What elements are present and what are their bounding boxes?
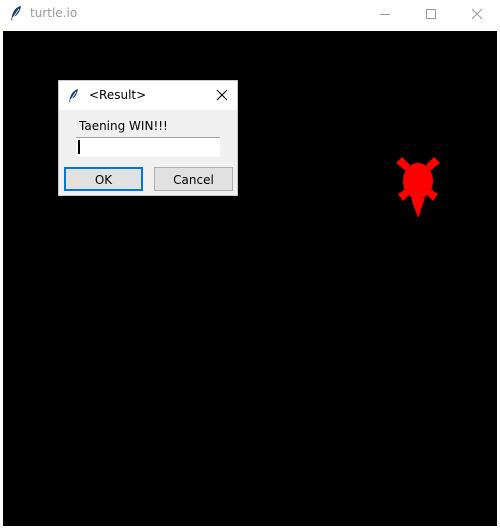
dialog-titlebar[interactable]: <Result>	[59, 81, 237, 110]
maximize-button[interactable]	[408, 0, 454, 28]
maximize-icon	[426, 9, 436, 19]
window-titlebar[interactable]: turtle.io	[0, 0, 500, 28]
ok-button[interactable]: OK	[64, 167, 143, 191]
close-icon[interactable]	[215, 88, 229, 102]
cancel-button[interactable]: Cancel	[154, 167, 233, 191]
turtle-icon	[396, 157, 440, 218]
feather-icon	[69, 89, 78, 102]
close-button[interactable]	[454, 0, 500, 28]
result-input-field[interactable]	[76, 137, 220, 157]
dialog-title: <Result>	[89, 88, 147, 102]
minimize-button[interactable]	[362, 0, 408, 28]
close-icon	[471, 8, 483, 20]
feather-icon	[11, 6, 21, 20]
result-dialog: <Result> Taening WIN!!! OK Cancel	[58, 80, 238, 196]
main-window: turtle.io <Result> Taening WIN!!! OK Can…	[0, 0, 500, 528]
dialog-message: Taening WIN!!!	[79, 119, 168, 133]
minimize-icon	[380, 14, 390, 15]
window-title: turtle.io	[30, 6, 78, 20]
text-caret	[78, 140, 80, 154]
